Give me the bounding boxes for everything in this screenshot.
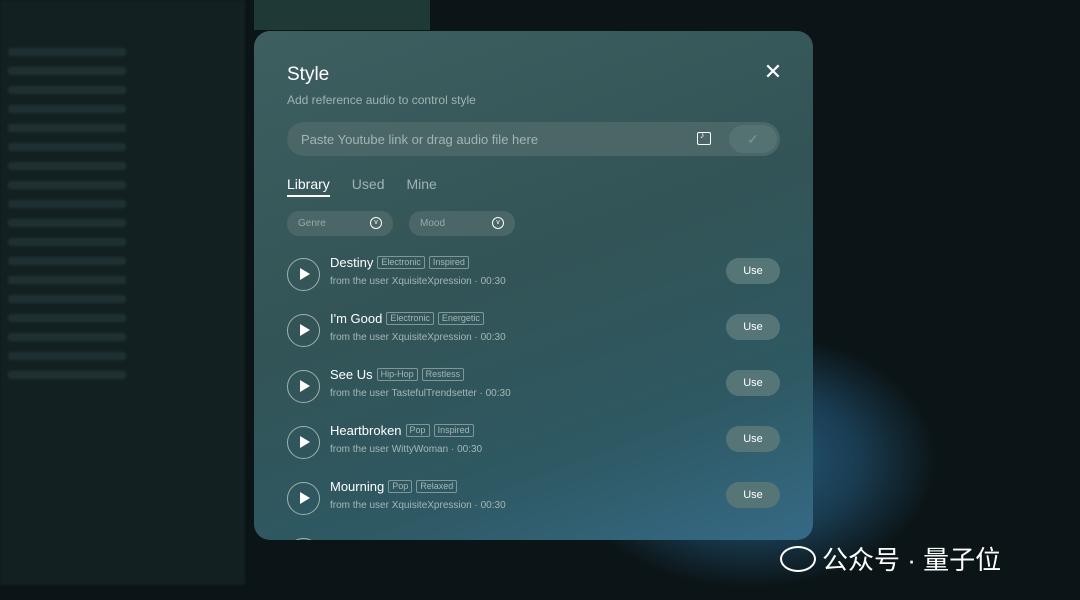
track-meta: from the user XquisiteXpression · 00:30 <box>330 332 506 343</box>
background-line <box>8 181 126 189</box>
background-line <box>8 219 126 227</box>
track-name: Mourning Pop Relaxed <box>330 479 458 494</box>
tag: Hip-Hop <box>376 368 418 381</box>
background-line <box>8 162 126 170</box>
chevron-down-icon: v <box>370 217 382 229</box>
folder-upload-icon[interactable] <box>697 130 711 145</box>
wechat-icon <box>780 545 816 572</box>
background-line <box>8 105 126 113</box>
track-name: I'm Good Electronic Energetic <box>330 311 484 326</box>
tabs: Library Used Mine <box>287 176 437 197</box>
confirm-button[interactable]: ✓ <box>729 125 777 153</box>
tag: Pop <box>405 424 430 437</box>
tab-library[interactable]: Library <box>287 176 330 197</box>
background-line <box>8 200 126 208</box>
tag: Electronic <box>377 256 425 269</box>
track-title: See Us <box>330 367 373 382</box>
tag: Electronic <box>386 312 434 325</box>
use-button[interactable]: Use <box>726 370 780 396</box>
background-panel <box>254 0 430 30</box>
watermark-text: 公众号 · 量子位 <box>822 545 1002 575</box>
background-line <box>8 276 126 284</box>
tag: Energetic <box>437 312 484 325</box>
track-row: See Us Hip-Hop Restless from the user Tast… <box>287 366 780 412</box>
use-button[interactable]: Use <box>726 482 780 508</box>
use-button[interactable]: Use <box>726 258 780 284</box>
track-title: Mourning <box>330 479 385 494</box>
track-name: Destiny Electronic Inspired <box>330 255 469 270</box>
play-icon[interactable] <box>287 482 320 515</box>
background-line <box>8 124 126 132</box>
dialog-title: Style <box>287 64 330 85</box>
track-meta: from the user WittyWoman · 00:30 <box>330 444 483 455</box>
background-line <box>8 333 126 341</box>
track-title: Destiny <box>330 255 374 270</box>
genre-dropdown[interactable]: Genre v <box>287 211 393 236</box>
chevron-down-icon: v <box>492 217 504 229</box>
track-row: Mourning Pop Relaxed from the user Xquisit… <box>287 478 780 524</box>
tab-used[interactable]: Used <box>352 176 385 197</box>
track-meta: from the user TastefulTrendsetter · 00:3… <box>330 388 511 399</box>
play-icon[interactable] <box>287 538 320 540</box>
tab-mine[interactable]: Mine <box>406 176 436 197</box>
track-row-partial <box>287 534 780 540</box>
background-line <box>8 143 126 151</box>
play-icon[interactable] <box>287 426 320 459</box>
background-line <box>8 314 126 322</box>
background-line <box>8 371 126 379</box>
track-name: Heartbroken Pop Inspired <box>330 423 474 438</box>
mood-label: Mood <box>420 218 446 229</box>
play-icon[interactable] <box>287 370 320 403</box>
track-name: See Us Hip-Hop Restless <box>330 367 465 382</box>
track-row: Destiny Electronic Inspired from the user … <box>287 254 780 300</box>
tag: Inspired <box>433 424 474 437</box>
check-icon: ✓ <box>747 131 759 147</box>
background-line <box>8 48 126 56</box>
use-button[interactable]: Use <box>726 426 780 452</box>
background-line <box>8 295 126 303</box>
track-row: Heartbroken Pop Inspired from the user Wit… <box>287 422 780 468</box>
genre-label: Genre <box>298 218 326 229</box>
track-meta: from the user XquisiteXpression · 00:30 <box>330 500 506 511</box>
track-title: Heartbroken <box>330 423 402 438</box>
background-line <box>8 238 126 246</box>
mood-dropdown[interactable]: Mood v <box>409 211 515 236</box>
close-icon[interactable]: ✕ <box>763 61 783 83</box>
tag: Inspired <box>428 256 469 269</box>
background-line <box>8 86 126 94</box>
use-button[interactable]: Use <box>726 314 780 340</box>
play-icon[interactable] <box>287 258 320 291</box>
watermark: 公众号 · 量子位 <box>780 540 1001 577</box>
reference-audio-input-box: ✓ <box>287 122 780 156</box>
background-line <box>8 67 126 75</box>
dialog-subtitle: Add reference audio to control style <box>287 93 476 107</box>
background-sidebar <box>0 0 245 585</box>
track-title: I'm Good <box>330 311 383 326</box>
tag: Restless <box>421 368 465 381</box>
style-dialog: Style Add reference audio to control sty… <box>254 31 813 540</box>
track-row: I'm Good Electronic Energetic from the use… <box>287 310 780 356</box>
background-line <box>8 352 126 360</box>
background-line <box>8 257 126 265</box>
reference-audio-input[interactable] <box>301 122 681 156</box>
track-meta: from the user XquisiteXpression · 00:30 <box>330 276 506 287</box>
tag: Relaxed <box>416 480 458 493</box>
play-icon[interactable] <box>287 314 320 347</box>
tag: Pop <box>388 480 413 493</box>
